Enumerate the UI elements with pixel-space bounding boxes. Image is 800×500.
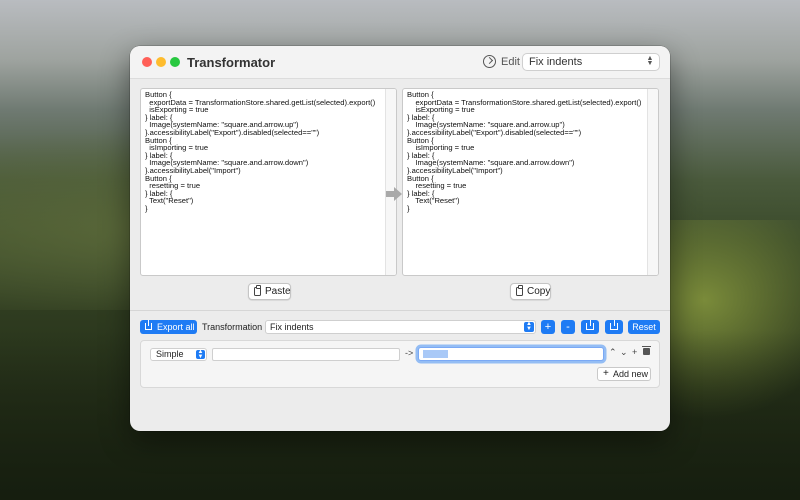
paste-label: Paste: [265, 286, 291, 297]
mode-select-value: Fix indents: [529, 56, 583, 68]
section-divider: [130, 310, 670, 311]
add-rule-icon[interactable]: +: [632, 347, 637, 357]
copy-label: Copy: [527, 286, 551, 297]
edit-button[interactable]: Edit: [501, 56, 520, 68]
rule-type-value: Simple: [156, 349, 184, 359]
add-transformation-button[interactable]: +: [541, 320, 555, 334]
window-title: Transformator: [187, 55, 276, 70]
chevron-updown-icon: ▲ ▼: [646, 55, 654, 67]
plus-icon: +: [603, 368, 609, 379]
arrow-text: ->: [405, 348, 414, 358]
transformation-label: Transformation: [202, 322, 263, 332]
output-editor[interactable]: Button { exportData = TransformationStor…: [402, 88, 659, 276]
find-input[interactable]: [212, 348, 400, 361]
share-icon: [586, 320, 594, 330]
paste-button[interactable]: Paste: [248, 283, 291, 300]
input-code-text[interactable]: Button { exportData = TransformationStor…: [145, 91, 382, 213]
transformation-select-value: Fix indents: [270, 322, 314, 332]
move-up-icon[interactable]: ⌃: [609, 347, 617, 358]
chevron-updown-icon: ▲ ▼: [524, 321, 534, 332]
close-window-button[interactable]: [142, 57, 152, 67]
app-window: Transformator Edit Fix indents ▲ ▼ Button…: [130, 46, 670, 431]
import-icon: [610, 320, 618, 330]
import-button[interactable]: [605, 320, 623, 334]
zoom-window-button[interactable]: [170, 57, 180, 67]
mode-select[interactable]: Fix indents ▲ ▼: [522, 53, 660, 71]
trash-icon[interactable]: [642, 346, 651, 355]
share-icon: [145, 320, 152, 330]
export-button[interactable]: [581, 320, 599, 334]
arrow-right-icon: [386, 187, 402, 201]
transformation-select[interactable]: Fix indents ▲ ▼: [265, 320, 536, 334]
copy-button[interactable]: Copy: [510, 283, 551, 300]
output-code-text[interactable]: Button { exportData = TransformationStor…: [407, 91, 644, 213]
move-down-icon[interactable]: ⌄: [620, 347, 628, 358]
timer-icon[interactable]: [483, 55, 496, 68]
rule-panel: Simple ▲ ▼ -> ⌃ ⌄ + + Add new: [140, 340, 660, 388]
input-editor[interactable]: Button { exportData = TransformationStor…: [140, 88, 397, 276]
clipboard-icon: [516, 285, 523, 296]
title-bar: Transformator Edit Fix indents ▲ ▼: [130, 46, 670, 79]
text-selection: [423, 350, 448, 358]
output-scrollbar[interactable]: [647, 89, 658, 275]
replace-input[interactable]: [418, 347, 604, 361]
add-new-button[interactable]: + Add new: [597, 367, 651, 381]
rule-type-select[interactable]: Simple ▲ ▼: [150, 348, 207, 361]
remove-transformation-button[interactable]: -: [561, 320, 575, 334]
export-all-button[interactable]: Export all: [140, 320, 197, 334]
export-all-label: Export all: [157, 322, 195, 332]
add-new-label: Add new: [613, 369, 649, 379]
input-scrollbar[interactable]: [385, 89, 396, 275]
reset-button[interactable]: Reset: [628, 320, 660, 334]
clipboard-icon: [254, 285, 261, 296]
chevron-updown-icon: ▲ ▼: [196, 349, 205, 360]
minimize-window-button[interactable]: [156, 57, 166, 67]
